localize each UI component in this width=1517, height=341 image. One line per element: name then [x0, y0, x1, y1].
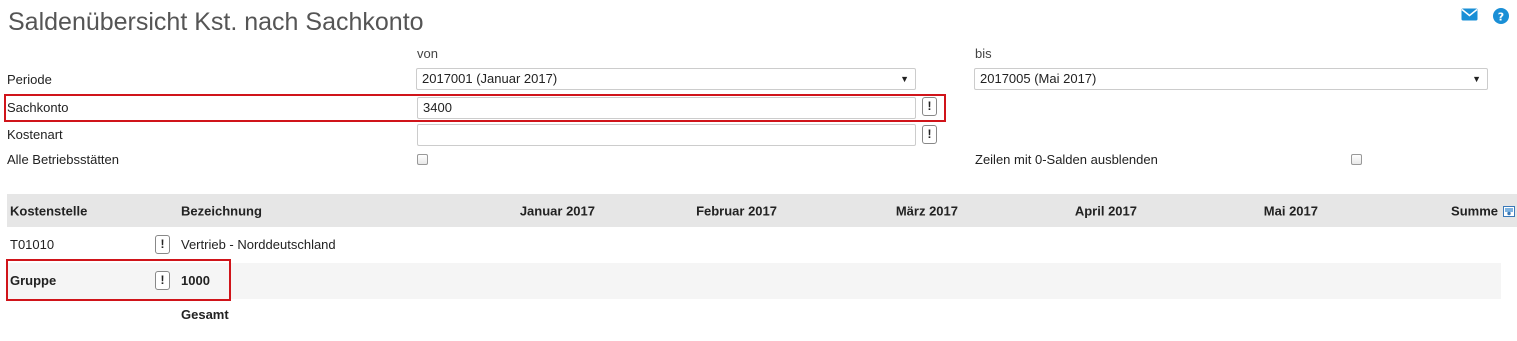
chevron-down-icon: ▼ [900, 74, 909, 84]
page-title: Saldenübersicht Kst. nach Sachkonto [8, 8, 424, 36]
gruppe-highlight [6, 259, 231, 301]
alle-betriebsstaetten-label: Alle Betriebsstätten [7, 152, 120, 167]
kostenart-info-button[interactable]: ! [922, 125, 937, 144]
periode-von-value: 2017001 (Januar 2017) [422, 71, 558, 86]
row-1-kostenstelle: T01010 [10, 237, 55, 252]
von-label: von [417, 46, 438, 61]
help-icon[interactable]: ? [1493, 8, 1509, 27]
column-header-april[interactable]: April 2017 [1075, 204, 1137, 219]
mail-icon[interactable] [1461, 8, 1478, 24]
column-header-kostenstelle[interactable]: Kostenstelle [10, 204, 87, 219]
svg-text:?: ? [1498, 11, 1504, 24]
column-header-mai[interactable]: Mai 2017 [1264, 204, 1318, 219]
column-header-summe[interactable]: Summe [1451, 204, 1498, 219]
zeilen-ausblenden-label: Zeilen mit 0-Salden ausblenden [975, 152, 1158, 167]
sachkonto-highlight [4, 94, 946, 122]
column-header-januar[interactable]: Januar 2017 [520, 204, 595, 219]
row-1-bezeichnung: Vertrieb - Norddeutschland [181, 237, 336, 252]
alle-betriebsstaetten-checkbox[interactable] [417, 154, 428, 165]
kostenart-label: Kostenart [7, 127, 63, 142]
periode-bis-value: 2017005 (Mai 2017) [980, 71, 1097, 86]
column-header-maerz[interactable]: März 2017 [896, 204, 958, 219]
row-1-info-button[interactable]: ! [155, 235, 170, 254]
zeilen-ausblenden-checkbox[interactable] [1351, 154, 1362, 165]
table-row-gruppe [7, 263, 1501, 299]
column-header-bezeichnung[interactable]: Bezeichnung [181, 204, 262, 219]
periode-bis-select[interactable]: 2017005 (Mai 2017) ▼ [974, 68, 1488, 90]
periode-von-select[interactable]: 2017001 (Januar 2017) ▼ [416, 68, 916, 90]
kostenart-input[interactable] [417, 124, 916, 146]
export-icon[interactable] [1503, 205, 1515, 220]
periode-label: Periode [7, 72, 52, 87]
chevron-down-icon: ▼ [1472, 74, 1481, 84]
row-3-bezeichnung: Gesamt [181, 307, 229, 322]
column-header-februar[interactable]: Februar 2017 [696, 204, 777, 219]
bis-label: bis [975, 46, 992, 61]
